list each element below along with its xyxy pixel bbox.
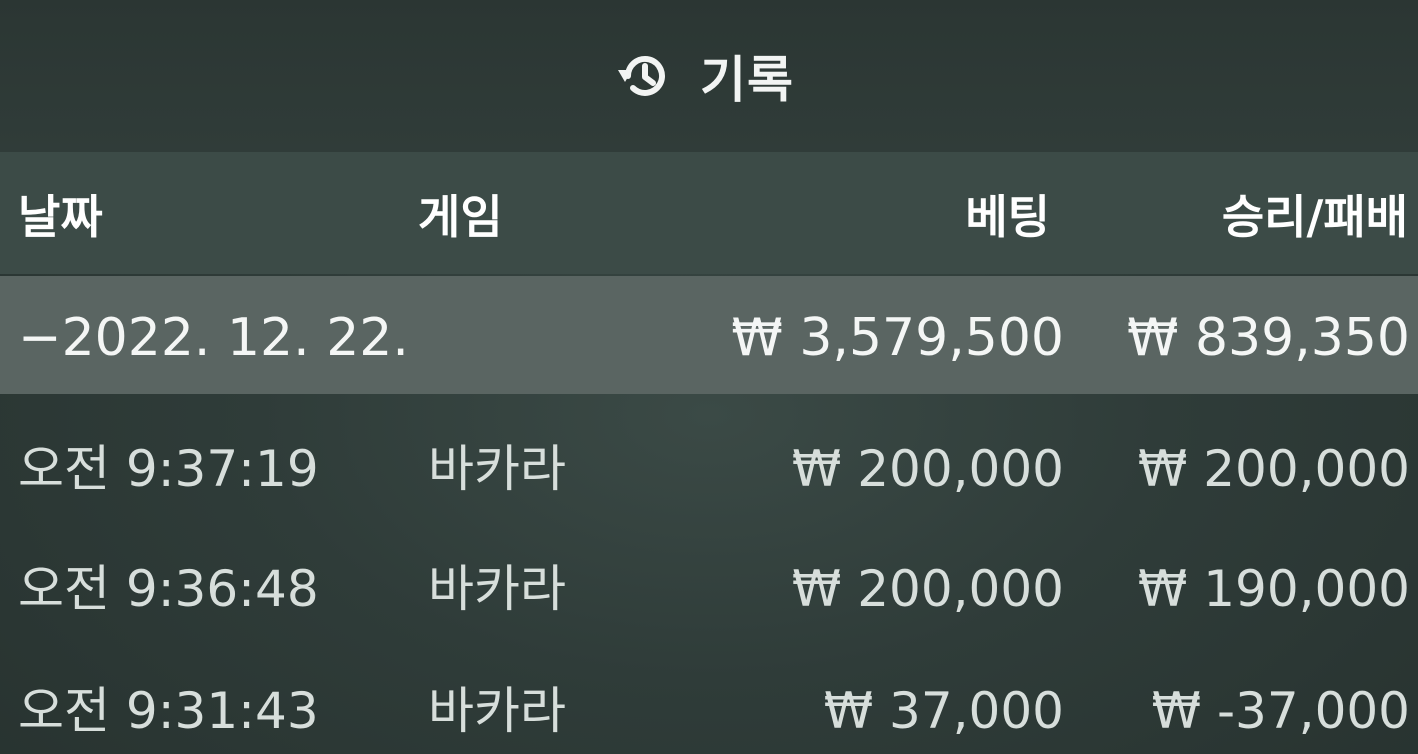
- group-bet-total: ₩ 3,579,500: [731, 308, 1064, 368]
- title-group: 기록: [614, 40, 794, 112]
- row-game: 바카라: [428, 440, 566, 498]
- row-time: 오전 9:37:19: [18, 440, 319, 498]
- group-result-total: ₩ 839,350: [1127, 308, 1410, 368]
- table-header: 날짜 게임 베팅 승리/패배: [0, 152, 1418, 274]
- column-header-bet: 베팅: [965, 190, 1050, 244]
- row-bet: ₩ 200,000: [791, 560, 1064, 618]
- row-result: ₩ 200,000: [1137, 440, 1410, 498]
- row-bet: ₩ 37,000: [823, 682, 1064, 740]
- row-result: ₩ 190,000: [1137, 560, 1410, 618]
- table-row[interactable]: 오전 9:31:43 바카라 ₩ 37,000 ₩ -37,000: [0, 646, 1418, 754]
- history-screen: 기록 날짜 게임 베팅 승리/패배 −2022. 12. 22. ₩ 3,579…: [0, 0, 1418, 754]
- history-icon: [614, 46, 674, 106]
- date-group-row[interactable]: −2022. 12. 22. ₩ 3,579,500 ₩ 839,350: [0, 276, 1418, 394]
- row-time: 오전 9:31:43: [18, 682, 319, 740]
- page-title: 기록: [700, 51, 794, 109]
- row-time: 오전 9:36:48: [18, 560, 319, 618]
- table-row[interactable]: 오전 9:37:19 바카라 ₩ 200,000 ₩ 200,000: [0, 406, 1418, 526]
- row-game: 바카라: [428, 560, 566, 618]
- group-date: −2022. 12. 22.: [18, 308, 409, 368]
- column-header-game: 게임: [418, 190, 503, 244]
- table-row[interactable]: 오전 9:36:48 바카라 ₩ 200,000 ₩ 190,000: [0, 526, 1418, 646]
- column-header-date: 날짜: [18, 190, 103, 244]
- title-bar: 기록: [0, 0, 1418, 152]
- column-header-result: 승리/패배: [1221, 190, 1408, 244]
- row-bet: ₩ 200,000: [791, 440, 1064, 498]
- row-result: ₩ -37,000: [1151, 682, 1410, 740]
- row-game: 바카라: [428, 682, 566, 740]
